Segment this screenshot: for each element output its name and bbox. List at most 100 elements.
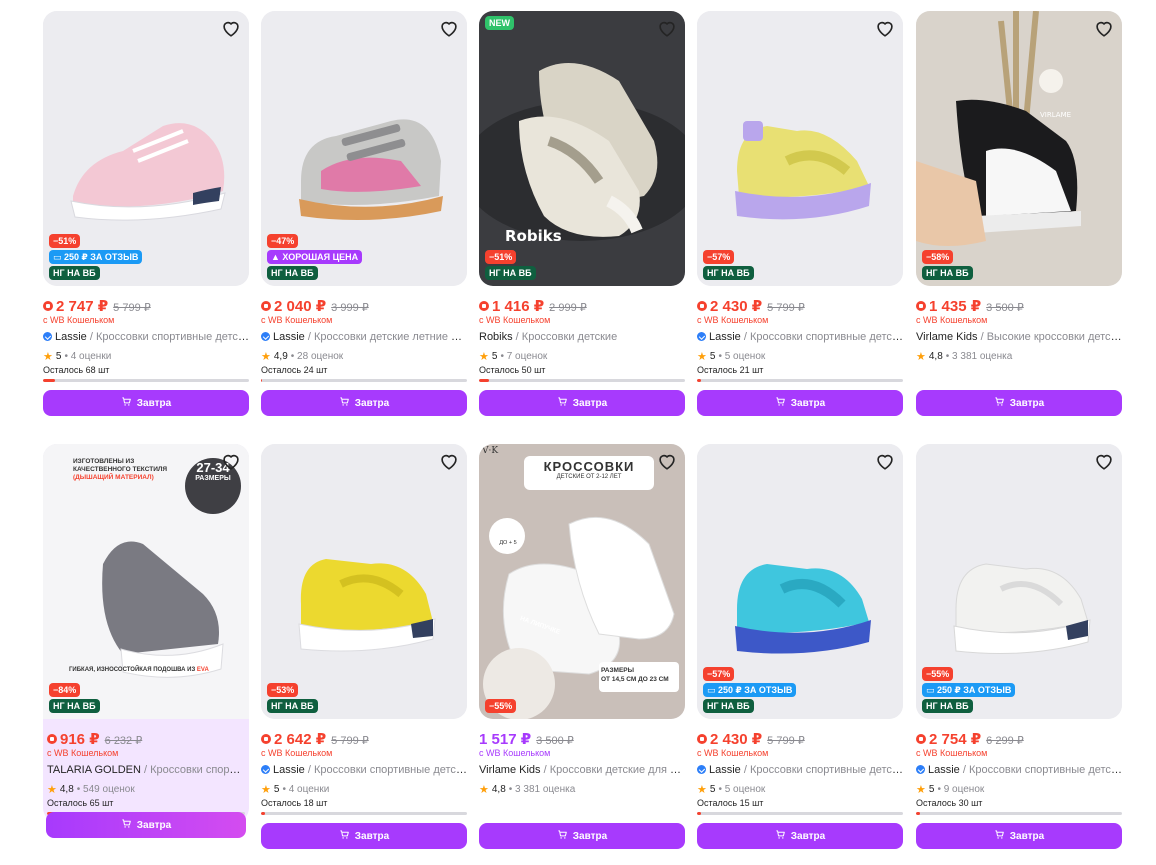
reviews-count[interactable]: • 28 оценок bbox=[291, 351, 343, 362]
favorite-heart-icon[interactable] bbox=[1093, 450, 1115, 472]
product-image[interactable]: −55% ▭ 250 ₽ ЗА ОТЗЫВ НГ НА ВБ bbox=[916, 444, 1122, 719]
add-to-cart-button[interactable]: Завтра bbox=[697, 823, 903, 849]
product-image[interactable]: V·K КРОССОВКИ ДЕТСКИЕ ОТ 2-12 ЛЕТ ДО + 5… bbox=[479, 444, 685, 719]
product-category: / Кроссовки детские bbox=[512, 331, 618, 343]
favorite-heart-icon[interactable] bbox=[220, 450, 242, 472]
add-to-cart-button[interactable]: Завтра bbox=[479, 823, 685, 849]
product-category: / Кроссовки детские для мальчика bbox=[543, 764, 685, 776]
product-image[interactable]: Robiks NEW −51% НГ НА ВБ bbox=[479, 11, 685, 286]
add-to-cart-button[interactable]: Завтра bbox=[261, 390, 467, 416]
product-card[interactable]: −57% НГ НА ВБ 2 430 ₽ 5 799 ₽ с WB Кошель… bbox=[697, 11, 903, 382]
stock-label: Осталось 18 шт bbox=[261, 798, 328, 808]
price-row: 2 754 ₽ 6 299 ₽ bbox=[916, 730, 1122, 748]
stock-bar bbox=[697, 379, 903, 382]
add-to-cart-button[interactable]: Завтра bbox=[916, 823, 1122, 849]
add-to-cart-button[interactable]: Завтра bbox=[479, 390, 685, 416]
wallet-icon bbox=[47, 734, 57, 744]
reviews-count[interactable]: • 4 оценки bbox=[282, 784, 329, 795]
price-row: 2 430 ₽ 5 799 ₽ bbox=[697, 297, 903, 315]
product-title[interactable]: TALARIA GOLDEN / Кроссовки спортивные bbox=[47, 764, 245, 778]
stock-label: Осталось 65 шт bbox=[47, 798, 114, 808]
add-to-cart-button[interactable]: Завтра bbox=[46, 812, 246, 838]
rating-row: ★ 4,9 • 28 оценок bbox=[261, 349, 467, 363]
product-title[interactable]: Lassie / Кроссовки детские летние на лип… bbox=[261, 331, 467, 345]
badge-stack: −55% bbox=[485, 699, 517, 713]
reviews-count[interactable]: • 9 оценок bbox=[937, 784, 984, 795]
product-card[interactable]: V·K КРОССОВКИ ДЕТСКИЕ ОТ 2-12 ЛЕТ ДО + 5… bbox=[479, 444, 685, 810]
product-title[interactable]: Lassie / Кроссовки спортивные детские bbox=[261, 764, 467, 778]
product-image[interactable]: ИЗГОТОВЛЕНЫ ИЗ КАЧЕСТВЕННОГО ТЕКСТИЛЯ (Д… bbox=[43, 444, 249, 719]
product-card[interactable]: −55% ▭ 250 ₽ ЗА ОТЗЫВ НГ НА ВБ 2 754 ₽ 6 2… bbox=[916, 444, 1122, 815]
brand-name: Lassie bbox=[709, 331, 741, 343]
favorite-heart-icon[interactable] bbox=[874, 450, 896, 472]
product-title[interactable]: Lassie / Кроссовки спортивные детские bbox=[697, 331, 903, 345]
wallet-note: с WB Кошельком bbox=[479, 315, 551, 325]
product-category: / Кроссовки спортивные детские bbox=[740, 331, 903, 343]
add-to-cart-button[interactable]: Завтра bbox=[261, 823, 467, 849]
badge-stack: −51% НГ НА ВБ bbox=[485, 250, 536, 280]
product-image[interactable]: VIRLAME −58% НГ НА ВБ bbox=[916, 11, 1122, 286]
reviews-count[interactable]: • 5 оценок bbox=[718, 351, 765, 362]
old-price: 5 799 ₽ bbox=[767, 302, 805, 314]
product-card[interactable]: −47% ▲ ХОРОШАЯ ЦЕНА НГ НА ВБ 2 040 ₽ 3 999… bbox=[261, 11, 467, 382]
product-image[interactable]: −57% ▭ 250 ₽ ЗА ОТЗЫВ НГ НА ВБ bbox=[697, 444, 903, 719]
badge-disc: −55% bbox=[922, 667, 954, 681]
product-image[interactable]: −47% ▲ ХОРОШАЯ ЦЕНА НГ НА ВБ bbox=[261, 11, 467, 286]
favorite-heart-icon[interactable] bbox=[1093, 17, 1115, 39]
reviews-count[interactable]: • 3 381 оценка bbox=[946, 351, 1013, 362]
badge-ng: НГ НА ВБ bbox=[703, 699, 754, 713]
old-price: 5 799 ₽ bbox=[331, 735, 369, 747]
rating-value: 5 bbox=[928, 783, 935, 795]
stock-label: Осталось 15 шт bbox=[697, 798, 764, 808]
product-card[interactable]: −57% ▭ 250 ₽ ЗА ОТЗЫВ НГ НА ВБ 2 430 ₽ 5 7… bbox=[697, 444, 903, 815]
verified-check-icon bbox=[261, 332, 270, 341]
old-price: 5 799 ₽ bbox=[767, 735, 805, 747]
favorite-heart-icon[interactable] bbox=[874, 17, 896, 39]
cart-icon bbox=[339, 829, 350, 843]
add-to-cart-button[interactable]: Завтра bbox=[916, 390, 1122, 416]
reviews-count[interactable]: • 3 381 оценка bbox=[509, 784, 576, 795]
favorite-heart-icon[interactable] bbox=[438, 17, 460, 39]
product-image[interactable]: −53% НГ НА ВБ bbox=[261, 444, 467, 719]
product-title[interactable]: Lassie / Кроссовки спортивные детские bbox=[697, 764, 903, 778]
product-title[interactable]: Virlame Kids / Высокие кроссовки детские bbox=[916, 331, 1122, 345]
reviews-count[interactable]: • 4 оценки bbox=[64, 351, 111, 362]
product-title[interactable]: Lassie / Кроссовки спортивные детские bbox=[43, 331, 249, 345]
favorite-heart-icon[interactable] bbox=[438, 450, 460, 472]
old-price: 5 799 ₽ bbox=[113, 302, 151, 314]
brand-name: Lassie bbox=[273, 764, 305, 776]
product-title[interactable]: Lassie / Кроссовки спортивные детские bbox=[916, 764, 1122, 778]
wallet-note: с WB Кошельком bbox=[916, 748, 988, 758]
old-price: 6 232 ₽ bbox=[104, 735, 143, 747]
product-image[interactable]: −51% ▭ 250 ₽ ЗА ОТЗЫВ НГ НА ВБ bbox=[43, 11, 249, 286]
reviews-count[interactable]: • 5 оценок bbox=[718, 784, 765, 795]
reviews-count[interactable]: • 549 оценок bbox=[77, 784, 135, 795]
price: 2 430 ₽ bbox=[697, 730, 762, 748]
stock-label: Осталось 21 шт bbox=[697, 365, 764, 375]
price-row: 2 040 ₽ 3 999 ₽ bbox=[261, 297, 467, 315]
product-card[interactable]: ИЗГОТОВЛЕНЫ ИЗ КАЧЕСТВЕННОГО ТЕКСТИЛЯ (Д… bbox=[43, 444, 249, 822]
badge-ng: НГ НА ВБ bbox=[922, 266, 973, 280]
reviews-count[interactable]: • 7 оценок bbox=[500, 351, 547, 362]
favorite-heart-icon[interactable] bbox=[656, 17, 678, 39]
stock-bar bbox=[697, 812, 903, 815]
favorite-heart-icon[interactable] bbox=[656, 450, 678, 472]
wallet-note: с WB Кошельком bbox=[697, 315, 769, 325]
product-card[interactable]: −51% ▭ 250 ₽ ЗА ОТЗЫВ НГ НА ВБ 2 747 ₽ 5 7… bbox=[43, 11, 249, 382]
product-image[interactable]: −57% НГ НА ВБ bbox=[697, 11, 903, 286]
badge-ng: НГ НА ВБ bbox=[703, 266, 754, 280]
add-to-cart-button[interactable]: Завтра bbox=[43, 390, 249, 416]
stock-bar-fill bbox=[43, 379, 56, 382]
rating-value: 4,8 bbox=[59, 783, 74, 795]
product-card[interactable]: −53% НГ НА ВБ 2 642 ₽ 5 799 ₽ с WB Кошель… bbox=[261, 444, 467, 815]
favorite-heart-icon[interactable] bbox=[220, 17, 242, 39]
product-category: / Кроссовки спортивные детские bbox=[740, 764, 903, 776]
add-to-cart-button[interactable]: Завтра bbox=[697, 390, 903, 416]
product-title[interactable]: Virlame Kids / Кроссовки детские для мал… bbox=[479, 764, 685, 778]
brand-name: Robiks bbox=[479, 331, 513, 343]
product-card[interactable]: Robiks NEW −51% НГ НА ВБ 1 416 ₽ 2 999 ₽ … bbox=[479, 11, 685, 382]
wallet-note: с WB Кошельком bbox=[697, 748, 769, 758]
product-card[interactable]: VIRLAME −58% НГ НА ВБ 1 435 ₽ 3 500 ₽ с W… bbox=[916, 11, 1122, 377]
product-title[interactable]: Robiks / Кроссовки детские bbox=[479, 331, 685, 345]
product-photo bbox=[261, 444, 467, 719]
